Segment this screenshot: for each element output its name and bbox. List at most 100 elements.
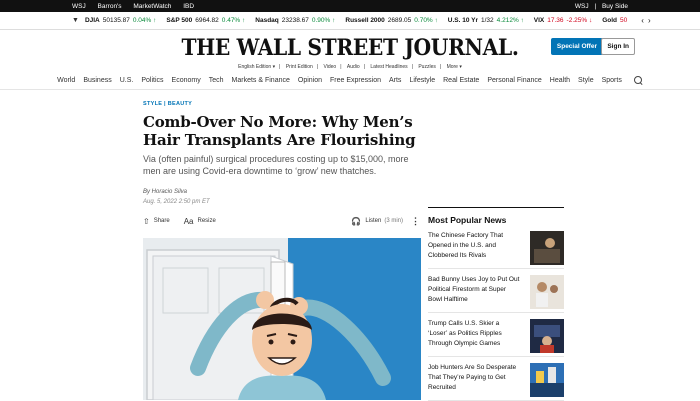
down-arrow-icon: ↓: [588, 17, 593, 24]
popular-item-title[interactable]: Trump Calls U.S. Skier a ‘Loser’ as Poli…: [428, 319, 520, 349]
section-nav: World Business U.S. Politics Economy Tec…: [0, 72, 700, 90]
brand-link-buyside[interactable]: Buy Side: [602, 3, 628, 10]
brand-link-barrons[interactable]: Barron's: [98, 3, 122, 10]
listen-button[interactable]: 🎧 Listen (3 min): [351, 217, 403, 226]
sign-in-button[interactable]: Sign In: [601, 38, 635, 55]
ticker-item[interactable]: S&P 500 6964.82 0.47% ↑: [166, 17, 245, 24]
ticker-symbol: S&P 500: [166, 17, 193, 24]
top-brand-bar: WSJ Barron's MarketWatch IBD WSJ | Buy S…: [0, 0, 700, 12]
article-tools: ⇧ Share Aa Resize 🎧 Listen (3 min) ⋮: [143, 214, 420, 228]
link-print-edition[interactable]: Print Edition: [286, 64, 313, 70]
hero-illustration-art: [143, 238, 421, 400]
search-icon[interactable]: [633, 76, 643, 85]
article-date: Aug. 5, 2022 2:50 pm ET: [143, 199, 210, 205]
ticker-symbol: DJIA: [84, 17, 100, 24]
text-resize-icon: Aa: [183, 216, 194, 226]
nav-item-personal-finance[interactable]: Personal Finance: [487, 77, 541, 84]
nav-item-sports[interactable]: Sports: [602, 77, 622, 84]
brand-link-wsj-right[interactable]: WSJ: [575, 3, 589, 10]
nav-item-lifestyle[interactable]: Lifestyle: [409, 77, 435, 84]
nav-item-business[interactable]: Business: [83, 77, 111, 84]
ticker-item[interactable]: Russell 2000 2689.05 0.70% ↑: [345, 17, 437, 24]
special-offer-button[interactable]: Special Offer: [550, 38, 603, 55]
ticker-symbol: Nasdaq: [255, 17, 279, 24]
popular-item[interactable]: The Chinese Factory That Opened in the U…: [428, 225, 564, 269]
divider: |: [594, 2, 597, 10]
link-more[interactable]: More ▾: [447, 64, 462, 70]
market-ticker: ▼ DJIA 50135.87 0.04% ↑ S&P 500 6964.82 0.47…: [0, 12, 700, 30]
popular-item-title[interactable]: Job Hunters Are So Desperate That They’r…: [428, 363, 520, 393]
nav-item-world[interactable]: World: [57, 77, 75, 84]
buyside-links: WSJ | Buy Side: [571, 3, 628, 10]
ticker-item[interactable]: DJIA 50135.87 0.04% ↑: [85, 17, 156, 24]
nav-item-health[interactable]: Health: [550, 77, 570, 84]
nav-item-arts[interactable]: Arts: [389, 77, 401, 84]
most-popular-title: Most Popular News: [428, 215, 507, 225]
ticker-change: 0.70%: [414, 17, 433, 24]
ticker-change: -2.25%: [566, 17, 588, 24]
resize-button[interactable]: Aa Resize: [184, 217, 216, 226]
ticker-item[interactable]: Nasdaq 23238.67 0.90% ↑: [255, 17, 335, 24]
popular-item-title[interactable]: Bad Bunny Uses Joy to Put Out Political …: [428, 275, 520, 305]
article-kicker[interactable]: STYLE | BEAUTY: [143, 101, 423, 107]
popular-item-title[interactable]: The Chinese Factory That Opened in the U…: [428, 231, 520, 261]
ticker-item[interactable]: VIX 17.36 -2.25% ↓: [534, 17, 592, 24]
article-byline[interactable]: By Horacio Silva: [143, 189, 423, 195]
popular-item-thumbnail[interactable]: [530, 275, 564, 309]
link-video[interactable]: Video: [323, 64, 336, 70]
hero-illustration: [143, 238, 421, 400]
ticker-value: 50: [620, 17, 628, 24]
ticker-prev-chevron-icon[interactable]: ‹: [641, 16, 644, 25]
share-icon: ⇧: [143, 216, 150, 226]
ticker-symbol: VIX: [533, 17, 545, 24]
share-button[interactable]: ⇧ Share: [143, 217, 170, 226]
nav-item-politics[interactable]: Politics: [141, 77, 163, 84]
masthead: THE WALL STREET JOURNAL. English Edition…: [0, 30, 700, 72]
ticker-value: 23238.67: [281, 17, 309, 24]
article-headline: Comb-Over No More: Why Men’s Hair Transp…: [143, 113, 416, 149]
edition-selector[interactable]: English Edition ▾: [238, 64, 275, 70]
edition-links: English Edition ▾ | Print Edition | Video |…: [238, 64, 462, 70]
popular-item-thumbnail[interactable]: [530, 231, 564, 265]
nav-item-tech[interactable]: Tech: [209, 77, 224, 84]
popular-item-thumbnail[interactable]: [530, 363, 564, 397]
nav-item-markets[interactable]: Markets & Finance: [232, 77, 290, 84]
popular-item[interactable]: Trump Calls U.S. Skier a ‘Loser’ as Poli…: [428, 313, 564, 357]
nav-item-free-expression[interactable]: Free Expression: [330, 77, 381, 84]
ticker-value: 6964.82: [195, 17, 219, 24]
brand-link-ibd[interactable]: IBD: [183, 3, 194, 10]
link-puzzles[interactable]: Puzzles: [418, 64, 436, 70]
more-options-icon[interactable]: ⋮: [411, 216, 420, 227]
brand-links: WSJ Barron's MarketWatch IBD: [72, 3, 204, 10]
popular-item[interactable]: Bad Bunny Uses Joy to Put Out Political …: [428, 269, 564, 313]
listen-label: Listen: [365, 218, 382, 224]
nav-item-us[interactable]: U.S.: [120, 77, 134, 84]
ticker-symbol: Gold: [602, 17, 618, 24]
resize-label: Resize: [197, 218, 216, 224]
ticker-item[interactable]: Gold 50: [602, 17, 627, 24]
ticker-prev-icon[interactable]: ▼: [72, 17, 79, 24]
ticker-item[interactable]: U.S. 10 Yr 1/32 4.212% ↑: [448, 17, 524, 24]
share-label: Share: [153, 218, 170, 224]
nav-item-style[interactable]: Style: [578, 77, 594, 84]
link-audio[interactable]: Audio: [347, 64, 360, 70]
ticker-symbol: U.S. 10 Yr: [447, 17, 479, 24]
listen-duration: (3 min): [384, 218, 403, 224]
popular-item-thumbnail[interactable]: [530, 319, 564, 353]
ticker-value: 1/32: [481, 17, 494, 24]
nav-item-opinion[interactable]: Opinion: [298, 77, 322, 84]
brand-link-marketwatch[interactable]: MarketWatch: [133, 3, 171, 10]
brand-link-wsj[interactable]: WSJ: [72, 3, 86, 10]
ticker-value: 50135.87: [102, 17, 130, 24]
most-popular-sidebar: Most Popular News The Chinese Factory Th…: [428, 207, 564, 401]
ticker-next-chevron-icon[interactable]: ›: [648, 16, 651, 25]
popular-item[interactable]: Job Hunters Are So Desperate That They’r…: [428, 357, 564, 401]
nav-item-economy[interactable]: Economy: [172, 77, 201, 84]
ticker-symbol: Russell 2000: [345, 17, 385, 24]
article-dek: Via (often painful) surgical procedures …: [143, 154, 409, 176]
ticker-change: 4.212%: [496, 17, 519, 24]
up-arrow-icon: ↑: [242, 17, 246, 24]
nav-item-real-estate[interactable]: Real Estate: [443, 77, 479, 84]
link-latest-headlines[interactable]: Latest Headlines: [370, 64, 407, 70]
headphones-icon: 🎧: [351, 216, 362, 226]
